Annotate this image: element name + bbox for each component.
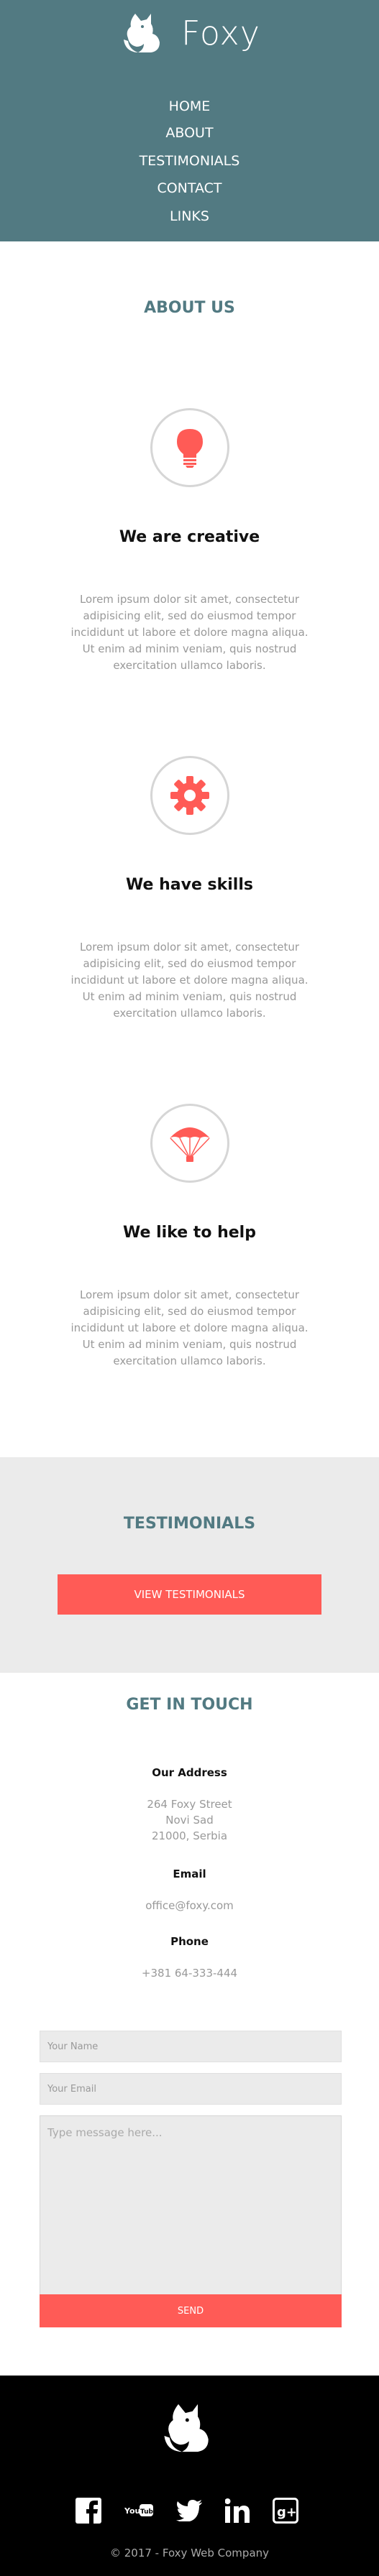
email-input[interactable]: Your Email: [40, 2073, 342, 2105]
phone-block: Phone +381 64-333-444: [0, 1935, 379, 1981]
copyright-text: © 2017 - Foxy Web Company: [109, 2547, 270, 2559]
facebook-icon[interactable]: [76, 2498, 101, 2524]
feature-title: We are creative: [119, 528, 260, 546]
google-plus-icon[interactable]: g+: [273, 2498, 298, 2524]
nav-about[interactable]: ABOUT: [0, 119, 379, 147]
parachute-icon: [169, 1127, 210, 1162]
feature-help: We like to help Lorem ipsum dolor sit am…: [0, 1104, 379, 1370]
about-title: ABOUT US: [144, 299, 235, 317]
phone-label: Phone: [170, 1935, 209, 1948]
view-testimonials-button[interactable]: VIEW TESTIMONIALS: [58, 1574, 321, 1615]
contact-title: GET IN TOUCH: [126, 1696, 253, 1714]
feature-text: Lorem ipsum dolor sit amet, consectetur …: [70, 941, 309, 1020]
svg-text:You: You: [124, 2506, 140, 2516]
name-input[interactable]: Your Name: [40, 2031, 342, 2062]
brand-name: Foxy: [181, 14, 260, 52]
site-header: Foxy HOME ABOUT TESTIMONIALS CONTACT LIN…: [0, 0, 379, 241]
svg-text:Tube: Tube: [140, 2508, 153, 2516]
twitter-icon[interactable]: [176, 2500, 202, 2521]
address-label: Our Address: [152, 1766, 227, 1779]
site-footer: You Tube g+ © 2017 - Foxy Web Company: [0, 2376, 379, 2576]
social-links: You Tube g+: [76, 2498, 321, 2524]
feature-icon-circle: [150, 1104, 229, 1183]
linkedin-icon[interactable]: [225, 2498, 250, 2523]
address-line: Novi Sad: [165, 1814, 214, 1827]
feature-skills: We have skills Lorem ipsum dolor sit ame…: [0, 756, 379, 1022]
feature-icon-circle: [150, 408, 229, 487]
feature-title: We have skills: [126, 876, 253, 894]
testimonials-title: TESTIMONIALS: [123, 1515, 256, 1533]
feature-text: Lorem ipsum dolor sit amet, consectetur …: [70, 1288, 309, 1367]
nav-links[interactable]: LINKS: [0, 203, 379, 231]
send-button[interactable]: SEND: [40, 2294, 342, 2327]
youtube-icon[interactable]: You Tube: [124, 2503, 153, 2519]
nav-contact[interactable]: CONTACT: [0, 175, 379, 203]
address-block: Our Address 264 Foxy Street Novi Sad 210…: [0, 1766, 379, 1844]
email-label: Email: [173, 1868, 206, 1880]
main-nav: HOME ABOUT TESTIMONIALS CONTACT LINKS: [0, 93, 379, 230]
lightbulb-icon: [176, 429, 203, 468]
phone-value[interactable]: +381 64-333-444: [0, 1965, 379, 1981]
svg-text:g+: g+: [277, 2505, 297, 2520]
feature-icon-circle: [150, 756, 229, 835]
nav-testimonials[interactable]: TESTIMONIALS: [0, 147, 379, 175]
feature-creative: We are creative Lorem ipsum dolor sit am…: [0, 408, 379, 674]
gear-icon: [170, 776, 209, 815]
email-value[interactable]: office@foxy.com: [0, 1898, 379, 1913]
feature-title: We like to help: [123, 1224, 256, 1242]
testimonials-section: TESTIMONIALS VIEW TESTIMONIALS: [0, 1457, 379, 1673]
address-line: 21000, Serbia: [151, 1829, 228, 1842]
footer-logo[interactable]: [162, 2401, 218, 2458]
about-section: ABOUT US We are creative Lorem ipsum dol…: [0, 241, 379, 1457]
nav-home[interactable]: HOME: [0, 93, 379, 119]
message-placeholder: Type message here...: [47, 2126, 163, 2139]
feature-text: Lorem ipsum dolor sit amet, consectetur …: [70, 593, 309, 672]
brand-logo[interactable]: Foxy: [122, 11, 260, 55]
address-line: 264 Foxy Street: [147, 1798, 232, 1811]
fox-logo-icon: [124, 14, 160, 52]
contact-section: GET IN TOUCH Our Address 264 Foxy Street…: [0, 1673, 379, 2376]
message-textarea[interactable]: Type message here...: [40, 2115, 342, 2304]
email-block: Email office@foxy.com: [0, 1868, 379, 1913]
fox-logo-icon: [164, 2404, 209, 2452]
